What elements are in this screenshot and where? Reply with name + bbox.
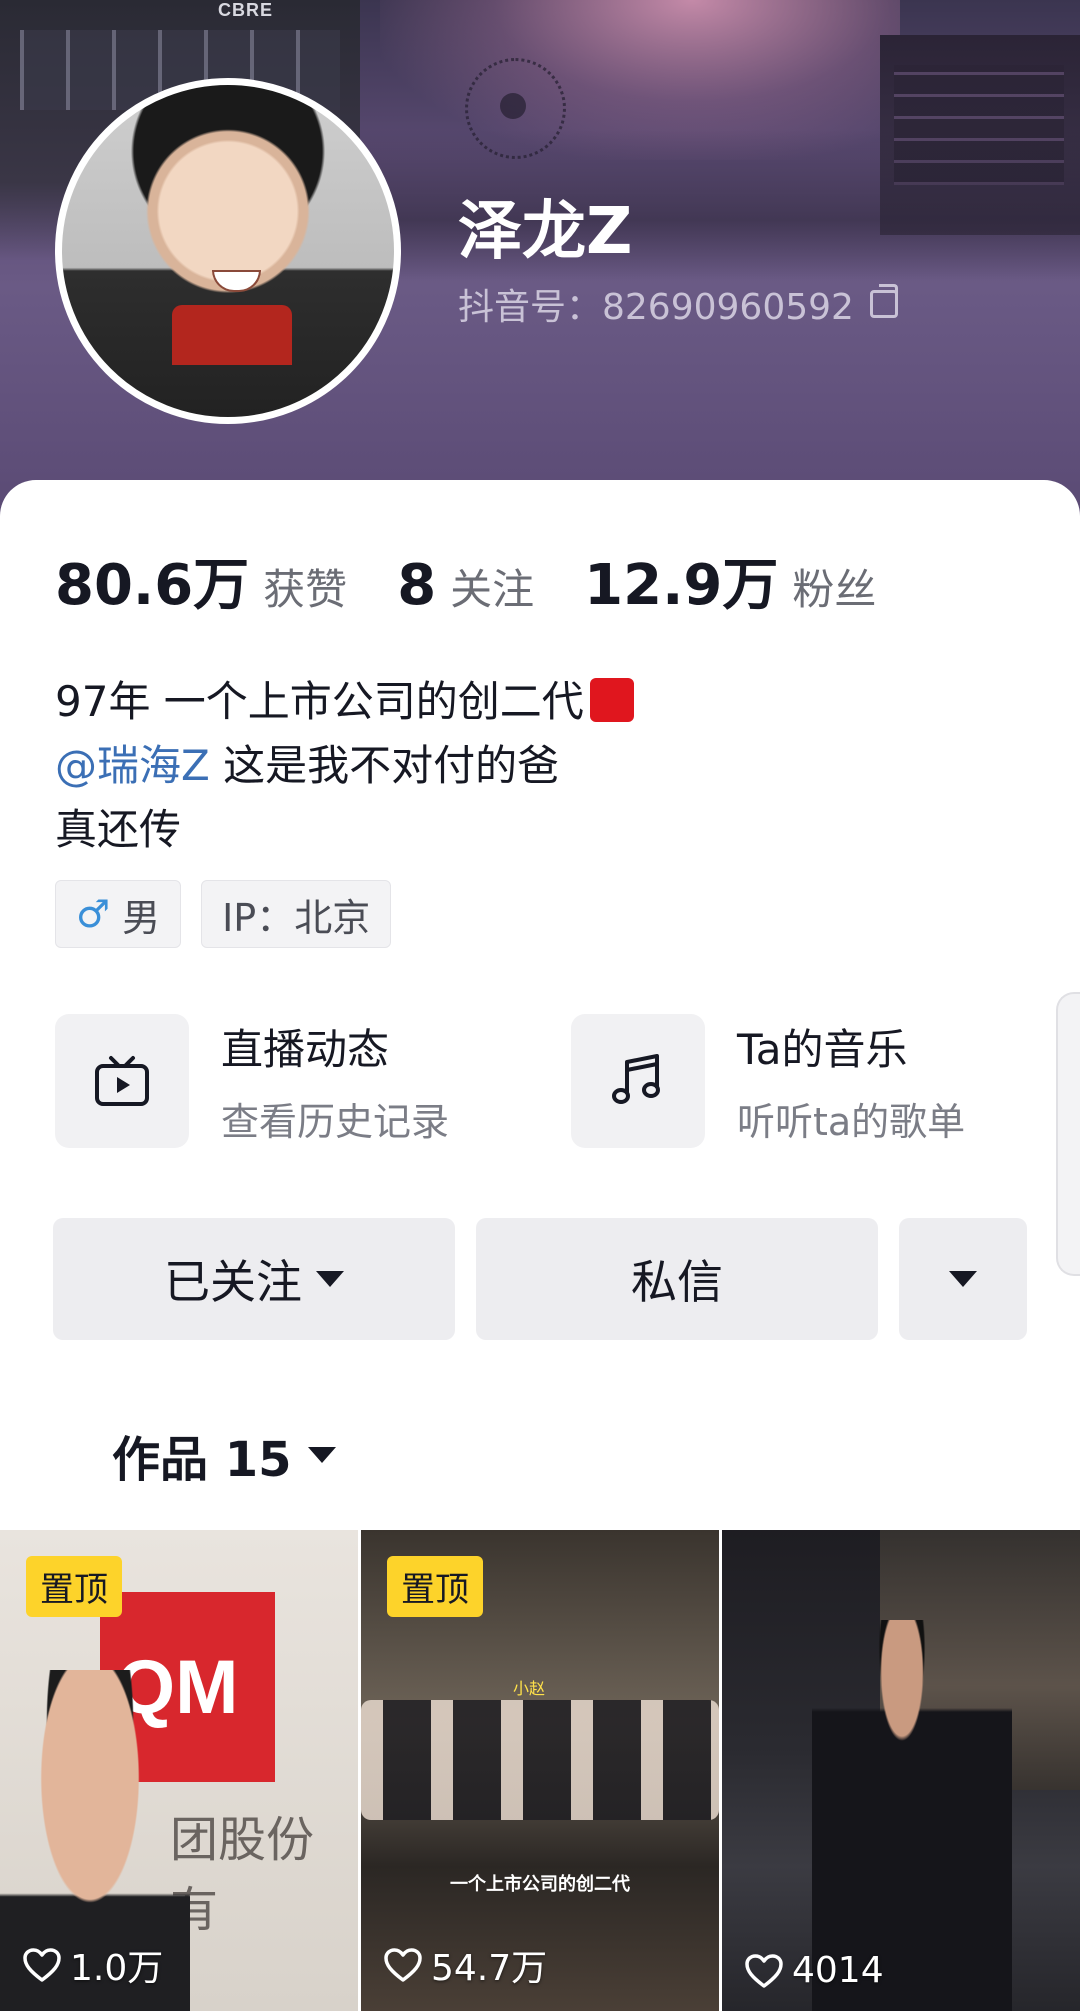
douyin-id[interactable]: 抖音号：82690960592 — [458, 278, 898, 330]
followed-button[interactable]: 已关注 — [53, 1218, 455, 1340]
bio-line-3: 真还传 — [55, 805, 182, 854]
video-thumbnail[interactable]: 4014 — [722, 1530, 1080, 2011]
heart-icon — [384, 1948, 422, 1982]
profile-tags: ♂ 男 IP：北京 — [55, 880, 392, 948]
bio: 97年 一个上市公司的创二代 @瑞海Z 这是我不对付的爸 真还传 — [55, 670, 634, 862]
cover-trees — [320, 130, 1080, 280]
stat-value: 12.9万 — [584, 553, 779, 618]
gender-tag: ♂ 男 — [55, 880, 182, 948]
message-button[interactable]: 私信 — [476, 1218, 878, 1340]
bio-line-2-text: 这是我不对付的爸 — [209, 741, 560, 790]
thumbnail-wall-text: 团股份有 — [170, 1812, 315, 1938]
video-thumbnail[interactable]: 团股份有 置顶 1.0万 — [0, 1530, 358, 2011]
tv-play-icon — [55, 1014, 189, 1148]
video-likes: 1.0万 — [22, 1939, 163, 1991]
gender-label: 男 — [122, 895, 161, 940]
likes-count: 1.0万 — [70, 1948, 164, 1989]
avatar[interactable] — [55, 78, 401, 424]
works-label: 作品 15 — [112, 1432, 292, 1488]
stat-following[interactable]: 8 关注 — [397, 553, 534, 618]
feature-title: Ta的音乐 — [737, 1025, 908, 1074]
likes-count: 54.7万 — [431, 1948, 548, 1989]
cover-sign-text: CBRE — [218, 0, 274, 20]
stat-label: 关注 — [450, 565, 535, 614]
likes-count: 4014 — [792, 1950, 884, 1991]
works-tab[interactable]: 作品 15 — [112, 1420, 336, 1490]
profile-card: 80.6万 获赞 8 关注 12.9万 粉丝 97年 一个上市公司的创二代 @瑞… — [0, 480, 1080, 2011]
stat-label: 粉丝 — [792, 565, 877, 614]
feature-title: 直播动态 — [221, 1025, 390, 1074]
music-entry[interactable]: Ta的音乐 听听ta的歌单 — [571, 1014, 965, 1148]
music-note-icon — [571, 1014, 705, 1148]
video-thumbnail[interactable]: 小赵 一个上市公司的创二代 置顶 54.7万 — [361, 1530, 719, 2011]
caret-down-icon — [949, 1271, 977, 1287]
male-icon: ♂ — [76, 892, 111, 936]
heart-icon — [745, 1953, 783, 1988]
copy-icon[interactable] — [869, 284, 898, 318]
thumbnail-name-tag: 小赵 — [513, 1679, 546, 1698]
heart-icon — [23, 1948, 61, 1982]
feature-entries: 直播动态 查看历史记录 Ta的音乐 听听ta的歌单 — [55, 1014, 1055, 1150]
bio-line-1-text: 97年 一个上市公司的创二代 — [55, 677, 584, 726]
stat-label: 获赞 — [263, 565, 348, 614]
more-options-button[interactable] — [899, 1218, 1027, 1340]
video-likes: 4014 — [744, 1950, 884, 1991]
thumbnail-caption: 一个上市公司的创二代 — [450, 1874, 630, 1895]
pinned-badge: 置顶 — [387, 1556, 483, 1617]
stat-followers[interactable]: 12.9万 粉丝 — [584, 540, 876, 621]
live-history-text: 直播动态 查看历史记录 — [221, 1016, 449, 1146]
video-likes: 54.7万 — [383, 1939, 547, 1991]
music-text: Ta的音乐 听听ta的歌单 — [737, 1016, 965, 1146]
side-drawer-handle[interactable] — [1056, 992, 1080, 1276]
pinned-badge: 置顶 — [26, 1556, 122, 1617]
thumbnail-people — [361, 1700, 719, 1820]
stat-likes[interactable]: 80.6万 获赞 — [55, 540, 347, 621]
feature-subtitle: 听听ta的歌单 — [737, 1100, 966, 1144]
stat-value: 8 — [397, 553, 437, 618]
message-button-label: 私信 — [631, 1255, 723, 1309]
bio-mention-link[interactable]: @瑞海Z — [55, 741, 210, 790]
sunburst-sculpture — [465, 58, 566, 159]
caret-down-icon — [307, 1447, 336, 1463]
ip-location-tag: IP：北京 — [201, 880, 392, 948]
bio-line-2: @瑞海Z 这是我不对付的爸 — [55, 734, 634, 798]
bio-line-1: 97年 一个上市公司的创二代 — [55, 670, 634, 734]
red-square-emoji-icon — [589, 678, 634, 722]
feature-subtitle: 查看历史记录 — [221, 1100, 450, 1144]
nickname: 泽龙Z — [458, 195, 633, 269]
live-history-entry[interactable]: 直播动态 查看历史记录 — [55, 1014, 449, 1148]
stat-value: 80.6万 — [55, 553, 250, 618]
stats-row: 80.6万 获赞 8 关注 12.9万 粉丝 — [55, 540, 926, 621]
douyin-id-text: 抖音号：82690960592 — [458, 287, 854, 328]
caret-down-icon — [316, 1271, 344, 1287]
followed-button-label: 已关注 — [164, 1255, 302, 1309]
video-grid: 团股份有 置顶 1.0万 小赵 一个上市公司的创二代 置顶 54.7万 — [0, 1530, 1080, 2011]
